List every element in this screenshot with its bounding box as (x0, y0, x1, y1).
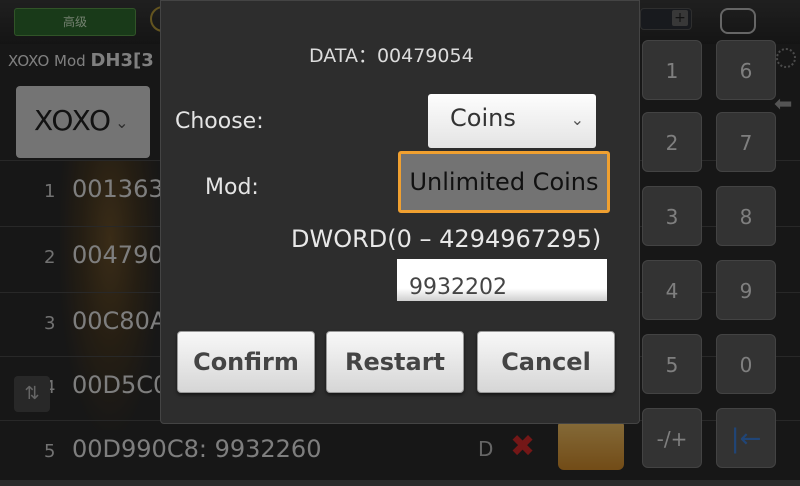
value-input[interactable]: 9932202 (397, 259, 607, 301)
data-address-label: DATA：00479054 (309, 45, 474, 67)
cancel-button[interactable]: Cancel (477, 331, 615, 393)
mod-label: Mod: (205, 175, 259, 200)
choose-select-value: Coins (450, 104, 516, 132)
mod-field[interactable]: Unlimited Coins (398, 151, 610, 213)
choose-select[interactable]: Coins ⌄ (428, 94, 596, 148)
choose-label: Choose: (175, 109, 264, 134)
confirm-button[interactable]: Confirm (177, 331, 315, 393)
chevron-down-icon: ⌄ (570, 110, 584, 129)
edit-value-dialog: DATA：00479054 Choose: Coins ⌄ Mod: Unlim… (160, 0, 640, 424)
restart-button[interactable]: Restart (326, 331, 464, 393)
dword-range-label: DWORD(0 – 4294967295) (291, 225, 602, 253)
